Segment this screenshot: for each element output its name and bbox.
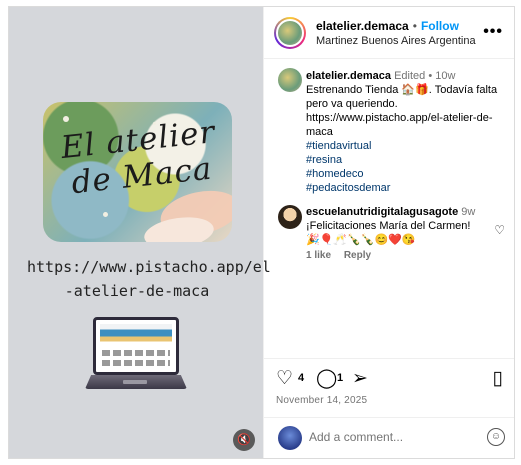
caption-link-2[interactable]: maca [306, 125, 510, 139]
post-sidebar: elatelier.demaca • Follow Martinez Buenos … [263, 7, 514, 458]
cover-image: El atelier de Maca [43, 102, 232, 242]
comment-text: ¡Felicitaciones María del Carmen! [306, 220, 471, 232]
caption-username[interactable]: elatelier.demaca [306, 70, 391, 82]
reply-button[interactable]: Reply [344, 250, 371, 261]
comment-heart-icon[interactable]: ♡ [494, 223, 505, 237]
post-media[interactable]: El atelier de Maca https://www.pistacho.… [9, 7, 271, 458]
hashtag[interactable]: #homedeco [306, 167, 510, 181]
author-avatar[interactable] [274, 17, 306, 49]
comment-emojis: 🎉🎈🥂🍾🍾😊❤️😘 [306, 234, 416, 246]
post-dialog: El atelier de Maca https://www.pistacho.… [8, 6, 515, 459]
laptop-illustration [85, 317, 187, 397]
hashtag[interactable]: #tiendavirtual [306, 139, 510, 153]
media-url-text: https://www.pistacho.app/el -atelier-de-… [27, 258, 271, 300]
emoji-icon[interactable]: ☺ [487, 428, 505, 446]
caption-text-1: Estrenando Tienda 🏠🎁. Todavía falta [306, 84, 498, 96]
like-count[interactable]: 4 [298, 372, 304, 384]
like-icon[interactable]: ♡ [276, 369, 293, 389]
commenter-avatar[interactable] [278, 205, 302, 229]
post-date: November 14, 2025 [276, 395, 368, 406]
comment-likes[interactable]: 1 like [306, 250, 331, 261]
cover-title: El atelier de Maca [59, 114, 217, 202]
comment-count[interactable]: 1 [337, 372, 343, 384]
caption-text-2: pero va queriendo. [306, 98, 398, 110]
more-options-icon[interactable]: ••• [483, 23, 503, 41]
hashtag[interactable]: #resina [306, 153, 510, 167]
follow-button[interactable]: Follow [421, 19, 459, 33]
commenter-username[interactable]: escuelanutridigitalagusagote [306, 206, 458, 218]
comment-time: 9w [461, 206, 476, 218]
mute-icon[interactable]: 🔇 [233, 429, 255, 451]
caption-time[interactable]: 10w [435, 70, 455, 82]
hashtag[interactable]: #pedacitosdemar [306, 181, 510, 195]
comment-input[interactable] [309, 430, 469, 444]
caption-avatar[interactable] [278, 68, 302, 92]
author-username[interactable]: elatelier.demaca [316, 19, 409, 33]
share-icon[interactable]: ➢ [352, 369, 368, 389]
bookmark-icon[interactable]: ▯ [493, 369, 503, 389]
location-link[interactable]: Martinez Buenos Aires Argentina [316, 35, 476, 47]
current-user-avatar [278, 426, 302, 450]
post-header: elatelier.demaca • Follow Martinez Buenos … [264, 7, 514, 59]
comment-icon[interactable]: ◯ [316, 369, 337, 389]
edited-label: Edited [394, 70, 426, 82]
caption-link-1[interactable]: https://www.pistacho.app/el-atelier-de- [306, 111, 510, 125]
add-comment-bar: ☺ [264, 417, 514, 458]
